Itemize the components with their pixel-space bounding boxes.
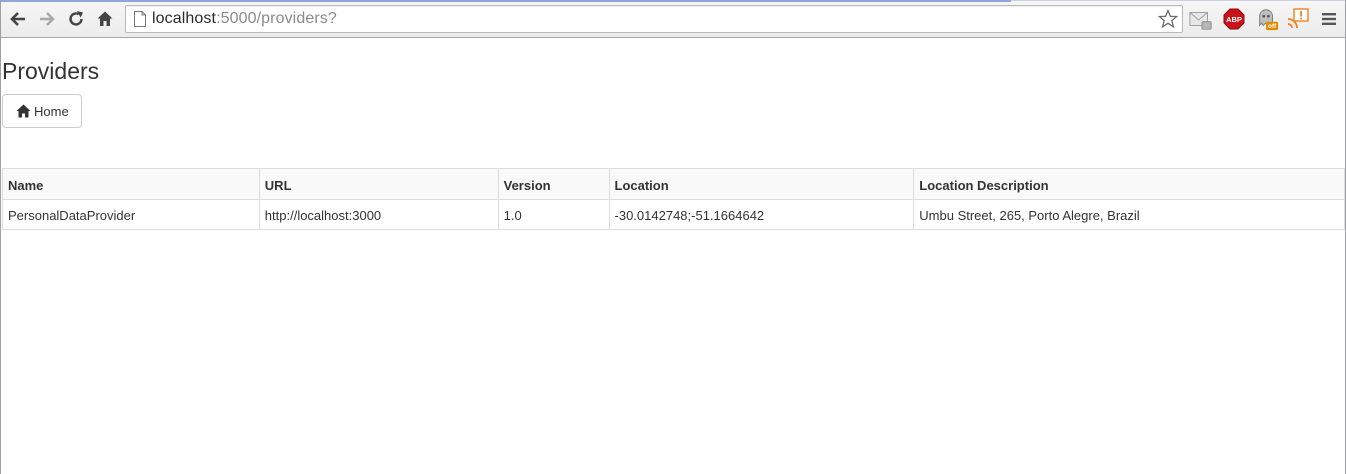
cell-provider-version: 1.0 [497,199,610,230]
providers-table: Name URL Version Location Location Descr… [2,168,1345,230]
browser-toolbar: localhost:5000/providers? ABP off [1,0,1345,38]
menu-icon[interactable] [1317,7,1341,31]
browser-window: localhost:5000/providers? ABP off Provid… [0,0,1346,474]
mail-checker-icon[interactable] [1189,7,1213,31]
rss-alert-icon[interactable] [1286,7,1310,31]
url-path: :5000/providers? [216,10,337,27]
cell-provider-url: http://localhost:3000 [258,199,499,230]
column-header-name: Name [2,168,260,200]
table-header-row: Name URL Version Location Location Descr… [2,168,1345,200]
reload-button[interactable] [65,8,87,30]
table-row: PersonalDataProvider http://localhost:30… [2,199,1345,230]
cell-provider-location: -30.0142748;-51.1664642 [608,199,915,230]
home-button-label: Home [34,103,69,119]
tabstrip-edge [1,0,1011,2]
svg-text:ABP: ABP [1226,15,1242,24]
url-host: localhost [152,10,217,27]
forward-arrow-icon [40,12,55,26]
page-content: Providers Home Name URL Version Location… [1,38,1345,474]
tabstrip-edge-right [1011,0,1345,1]
back-arrow-icon [10,12,25,26]
page-title: Providers [2,58,100,84]
cell-provider-location-description: Umbu Street, 265, Porto Alegre, Brazil [913,199,1345,230]
cell-provider-name: PersonalDataProvider [2,199,260,230]
home-icon [16,104,31,118]
bookmark-star-icon[interactable] [1157,8,1179,29]
column-header-location: Location [608,168,915,200]
back-button[interactable] [7,8,29,30]
forward-button[interactable] [36,8,58,30]
page-icon [133,11,147,32]
reload-icon [69,11,83,26]
home-icon [97,11,113,26]
column-header-version: Version [497,168,610,200]
column-header-url: URL [258,168,499,200]
address-bar[interactable]: localhost:5000/providers? [125,5,1183,33]
home-nav-button[interactable] [94,8,116,30]
ghostery-icon[interactable]: off [1255,7,1279,31]
column-header-location-description: Location Description [913,168,1345,200]
home-button[interactable]: Home [2,94,82,128]
svg-text:off: off [1268,23,1277,30]
url-text: localhost:5000/providers? [152,10,337,28]
adblock-plus-icon[interactable]: ABP [1222,7,1246,31]
